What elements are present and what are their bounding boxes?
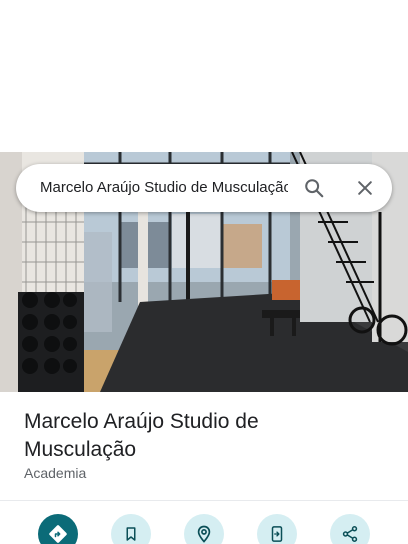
search-bar[interactable]: Marcelo Araújo Studio de Musculação — [16, 164, 392, 212]
close-icon — [358, 181, 372, 195]
bookmark-icon — [126, 527, 136, 541]
place-screen: Marcelo Araújo Studio de Musculação Marc… — [0, 0, 408, 544]
save-button[interactable] — [111, 514, 151, 544]
nearby-button[interactable] — [184, 514, 224, 544]
share-icon — [342, 526, 358, 542]
divider — [0, 500, 408, 501]
nearby-icon — [197, 525, 211, 543]
send-to-phone-button[interactable] — [257, 514, 297, 544]
close-button[interactable] — [353, 176, 377, 200]
place-name: Marcelo Araújo Studio de Musculação — [24, 410, 259, 461]
search-button[interactable] — [302, 176, 326, 200]
search-icon — [305, 179, 324, 198]
share-button[interactable] — [330, 514, 370, 544]
place-category[interactable]: Academia — [24, 464, 86, 482]
search-input[interactable]: Marcelo Araújo Studio de Musculação — [40, 164, 288, 212]
send-to-phone-icon — [271, 526, 283, 542]
directions-icon — [49, 525, 67, 543]
directions-button[interactable] — [38, 514, 78, 544]
